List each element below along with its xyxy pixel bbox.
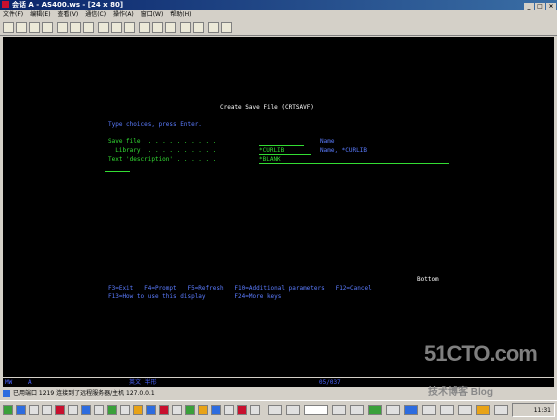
app-icon-9[interactable] [133,405,143,415]
library-input[interactable]: *CURLIB [259,147,311,155]
app-icon-4[interactable] [68,405,78,415]
settings-icon[interactable] [139,22,150,33]
task-button-9[interactable] [422,405,436,415]
menu-help[interactable]: 帮助(H) [170,11,191,18]
terminal-screen[interactable]: Create Save File (CRTSAVF) Type choices,… [3,37,554,377]
menu-window[interactable]: 窗口(W) [141,11,164,18]
status-bar: 已用端口 1219 连接到了远程服务器/主机 127.0.0.1 技术博客 Bl… [0,387,557,399]
bottom-marker: Bottom [417,276,439,283]
oia-cursor-position: 05/037 [319,379,341,386]
session-icon[interactable] [165,22,176,33]
desktop-icon[interactable] [16,405,26,415]
task-button-2[interactable] [286,405,300,415]
watermark-blog: 技术博客 Blog [428,387,493,398]
app-icon-10[interactable] [146,405,156,415]
send-icon[interactable] [42,22,53,33]
menu-actions[interactable]: 操作(A) [113,11,134,18]
app-icon-16[interactable] [224,405,234,415]
task-button-8[interactable] [404,405,418,415]
operator-info-area: MW A 英文 半形 05/037 [3,378,554,387]
screen-title: Create Save File (CRTSAVF) [220,104,314,111]
function-keys-line1: F3=Exit F4=Prompt F5=Refresh F10=Additio… [108,285,372,292]
window-title: 会话 A - AS400.ws - [24 x 80] [12,1,124,9]
receive-icon[interactable] [57,22,68,33]
status-text: 已用端口 1219 连接到了远程服务器/主机 127.0.0.1 [13,390,155,397]
task-button-4[interactable] [332,405,346,415]
task-button-7[interactable] [386,405,400,415]
task-button-5[interactable] [350,405,364,415]
title-bar: 会话 A - AS400.ws - [24 x 80] _ □ × [0,0,557,11]
system-clock: 11:31 [512,403,555,417]
text-description-input[interactable]: *BLANK [259,156,449,164]
savefile-input[interactable] [259,138,304,146]
oia-session: A [28,379,32,386]
oia-mode: MW [5,379,13,386]
macro-record-icon[interactable] [111,22,122,33]
print-icon[interactable] [3,22,14,33]
instruction-text: Type choices, press Enter. [108,121,202,128]
task-button-1[interactable] [268,405,282,415]
app-icon-14[interactable] [198,405,208,415]
app-icon-13[interactable] [185,405,195,415]
app-icon-17[interactable] [237,405,247,415]
app-icon-18[interactable] [250,405,260,415]
app-icon-11[interactable] [159,405,169,415]
task-button-6[interactable] [368,405,382,415]
task-button-13[interactable] [494,405,508,415]
connection-icon [3,390,10,397]
app-icon-2[interactable] [42,405,52,415]
app-icon-8[interactable] [120,405,130,415]
library-label: Library . . . . . . . . . . [108,147,217,154]
display-icon[interactable] [70,22,81,33]
copy-icon[interactable] [16,22,27,33]
menu-communication[interactable]: 通信(C) [85,11,106,18]
menu-edit[interactable]: 编辑(E) [30,11,50,18]
globe-icon[interactable] [208,22,219,33]
app-icon-1[interactable] [29,405,39,415]
color-icon[interactable] [180,22,191,33]
savefile-label: Save file . . . . . . . . . . [108,138,217,145]
library-hint: Name, *CURLIB [320,147,367,154]
oia-ime: 英文 半形 [129,379,157,386]
task-button-11[interactable] [458,405,472,415]
help-icon[interactable] [221,22,232,33]
app-icon-6[interactable] [94,405,104,415]
start-icon[interactable] [3,405,13,415]
app-icon-15[interactable] [211,405,221,415]
toolbar [0,20,557,36]
app-icon-3[interactable] [55,405,65,415]
menu-file[interactable]: 文件(F) [3,11,23,18]
function-keys-line2: F13=How to use this display F24=More key… [108,293,282,300]
font-icon[interactable] [193,22,204,33]
app-icon-7[interactable] [107,405,117,415]
macro-stop-icon[interactable] [124,22,135,33]
taskbar: 11:31 [0,400,557,420]
app-icon-12[interactable] [172,405,182,415]
app-icon-5[interactable] [81,405,91,415]
menu-bar: 文件(F) 编辑(E) 查看(V) 通信(C) 操作(A) 窗口(W) 帮助(H… [0,10,557,20]
app-icon [2,1,9,8]
task-button-10[interactable] [440,405,454,415]
keyboard-icon[interactable] [83,22,94,33]
paste-icon[interactable] [29,22,40,33]
menu-view[interactable]: 查看(V) [57,11,78,18]
text-description-continuation[interactable] [105,164,130,172]
macro-play-icon[interactable] [98,22,109,33]
text-description-label: Text 'description' . . . . . . [108,156,217,163]
watermark-logo: 51CTO.com [424,341,538,366]
savefile-hint: Name [320,138,335,145]
task-button-3[interactable] [304,405,328,415]
task-button-12[interactable] [476,405,490,415]
transfer-icon[interactable] [152,22,163,33]
